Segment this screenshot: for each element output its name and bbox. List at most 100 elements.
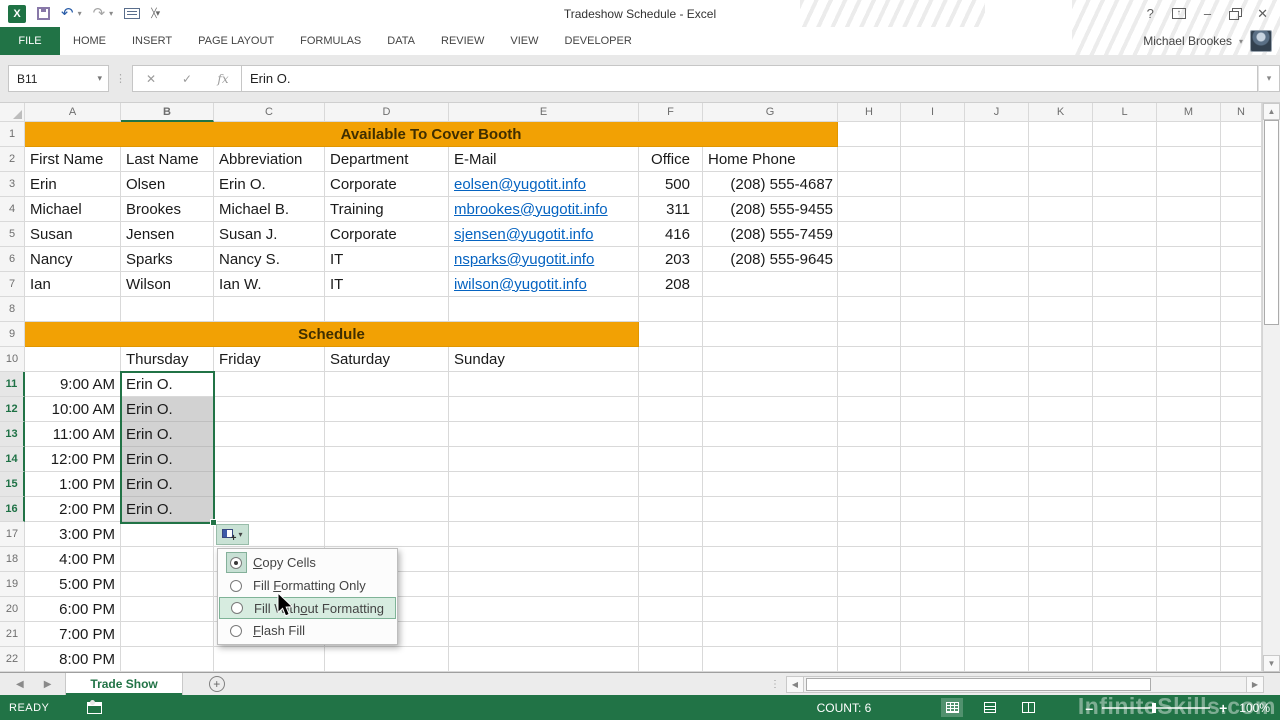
auto-fill-options-button[interactable]: ▾ (216, 524, 249, 545)
cell[interactable]: 203 (639, 247, 703, 272)
cell[interactable] (121, 297, 214, 322)
cell[interactable] (639, 322, 703, 347)
row-header-14[interactable]: 14 (0, 447, 25, 472)
cell[interactable] (639, 372, 703, 397)
cell[interactable] (1029, 247, 1093, 272)
cell[interactable] (1157, 322, 1221, 347)
cell[interactable] (214, 447, 325, 472)
cell[interactable] (901, 322, 965, 347)
select-all-corner[interactable] (0, 103, 25, 122)
vertical-scrollbar[interactable]: ▲ ▼ (1262, 103, 1280, 672)
cell[interactable] (639, 347, 703, 372)
column-header-f[interactable]: F (639, 103, 703, 122)
header-abbreviation[interactable]: Abbreviation (214, 147, 325, 172)
cell[interactable] (965, 622, 1029, 647)
cell[interactable] (1093, 422, 1157, 447)
cell[interactable] (838, 472, 901, 497)
cell[interactable] (1093, 197, 1157, 222)
excel-app-icon[interactable]: X (8, 4, 26, 23)
cell[interactable]: Erin O. (214, 172, 325, 197)
cell[interactable] (25, 347, 121, 372)
cell[interactable] (1157, 172, 1221, 197)
page-break-preview-icon[interactable] (1017, 698, 1039, 717)
column-header-m[interactable]: M (1157, 103, 1221, 122)
zoom-out-icon[interactable]: – (1085, 700, 1093, 716)
cell[interactable]: Susan J. (214, 222, 325, 247)
cell[interactable] (838, 147, 901, 172)
row-header-19[interactable]: 19 (0, 572, 25, 597)
cell[interactable] (214, 647, 325, 672)
tab-insert[interactable]: INSERT (119, 27, 185, 55)
cell[interactable] (838, 347, 901, 372)
column-header-l[interactable]: L (1093, 103, 1157, 122)
cell[interactable] (639, 597, 703, 622)
cell[interactable] (1093, 472, 1157, 497)
cell[interactable]: Corporate (325, 172, 449, 197)
zoom-in-icon[interactable]: + (1219, 700, 1227, 716)
cell[interactable] (838, 272, 901, 297)
cell[interactable] (1221, 297, 1262, 322)
cell[interactable] (703, 297, 838, 322)
tab-formulas[interactable]: FORMULAS (287, 27, 374, 55)
cell[interactable] (1093, 547, 1157, 572)
redo-icon[interactable]: ↷ (93, 6, 106, 21)
cell[interactable] (1157, 422, 1221, 447)
row-header-9[interactable]: 9 (0, 322, 25, 347)
cell[interactable] (1093, 622, 1157, 647)
cell[interactable] (1221, 247, 1262, 272)
cell[interactable] (639, 547, 703, 572)
cell[interactable] (1093, 322, 1157, 347)
cell[interactable] (325, 422, 449, 447)
cell[interactable] (1157, 272, 1221, 297)
day-header-sunday[interactable]: Sunday (449, 347, 639, 372)
cell[interactable] (1093, 122, 1157, 147)
cell[interactable] (703, 347, 838, 372)
cell[interactable] (838, 522, 901, 547)
cell[interactable] (449, 422, 639, 447)
cell[interactable]: 208 (639, 272, 703, 297)
cell[interactable] (1029, 322, 1093, 347)
cell[interactable] (1221, 572, 1262, 597)
cell[interactable] (838, 497, 901, 522)
banner-available-to-cover-booth[interactable]: Available To Cover Booth (25, 122, 838, 147)
row-header-4[interactable]: 4 (0, 197, 25, 222)
cell[interactable] (901, 547, 965, 572)
tab-splitter-handle[interactable]: ⋮ (770, 679, 780, 690)
cell[interactable] (965, 322, 1029, 347)
cell[interactable]: 3:00 PM (25, 522, 121, 547)
tab-home[interactable]: HOME (60, 27, 119, 55)
cell[interactable]: Erin O. (121, 497, 214, 522)
cell[interactable] (325, 472, 449, 497)
cell[interactable] (1221, 422, 1262, 447)
horizontal-scrollbar-thumb[interactable] (806, 677, 1151, 691)
cell[interactable] (121, 522, 214, 547)
cell[interactable] (214, 422, 325, 447)
cell[interactable] (1221, 622, 1262, 647)
day-header-thursday[interactable]: Thursday (121, 347, 214, 372)
cell[interactable] (214, 372, 325, 397)
cell[interactable]: IT (325, 272, 449, 297)
sheet-nav-left-icon[interactable]: ◀ (16, 679, 24, 690)
cell[interactable] (901, 222, 965, 247)
cell[interactable]: Michael (25, 197, 121, 222)
cell[interactable] (1029, 222, 1093, 247)
cell[interactable] (838, 572, 901, 597)
cell[interactable] (965, 197, 1029, 222)
cell[interactable] (1093, 247, 1157, 272)
cell[interactable] (703, 372, 838, 397)
cell[interactable] (1029, 622, 1093, 647)
cell[interactable] (1093, 222, 1157, 247)
cell[interactable] (901, 172, 965, 197)
tab-review[interactable]: REVIEW (428, 27, 497, 55)
cell[interactable] (1029, 572, 1093, 597)
cell[interactable]: (208) 555-7459 (703, 222, 838, 247)
cell[interactable] (1029, 197, 1093, 222)
row-header-15[interactable]: 15 (0, 472, 25, 497)
cell[interactable] (901, 147, 965, 172)
cell[interactable]: Brookes (121, 197, 214, 222)
cell[interactable] (838, 422, 901, 447)
vertical-scrollbar-thumb[interactable] (1264, 120, 1279, 325)
cell[interactable] (838, 647, 901, 672)
cell[interactable]: 8:00 PM (25, 647, 121, 672)
cell[interactable] (1157, 197, 1221, 222)
